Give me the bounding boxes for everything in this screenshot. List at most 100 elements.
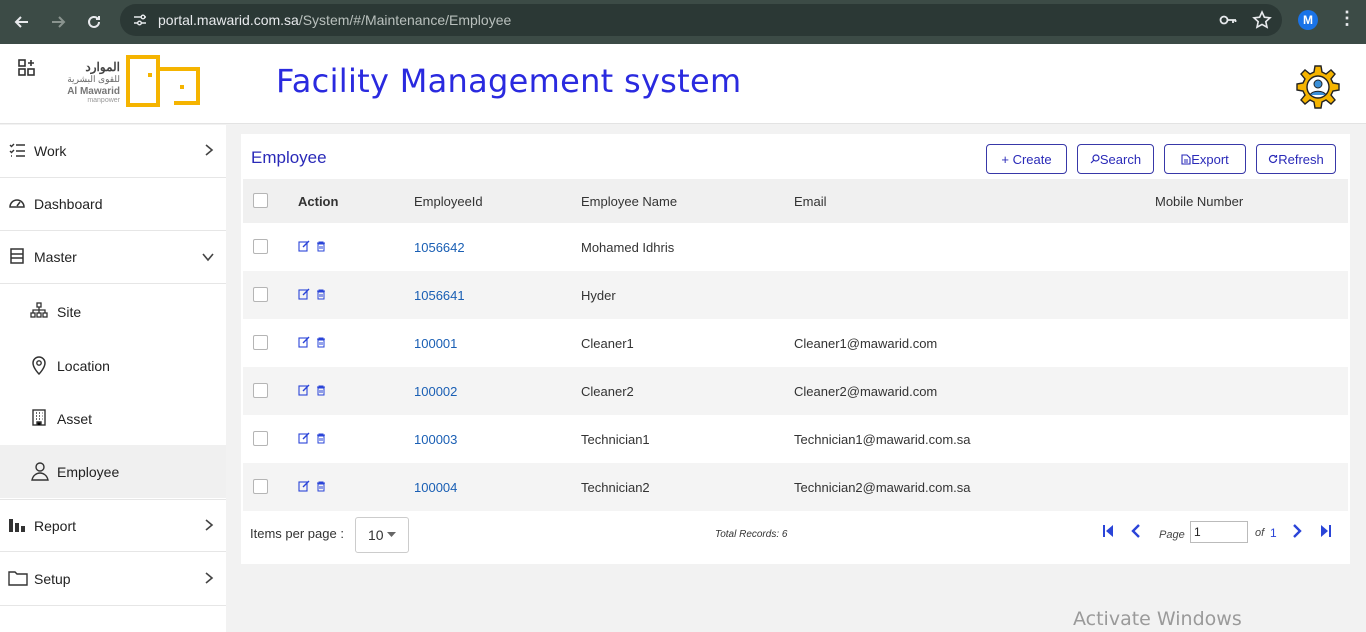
items-per-page-label: Items per page :	[250, 526, 344, 541]
logo-door-mark	[126, 55, 200, 107]
back-arrow-icon[interactable]	[10, 10, 34, 34]
sidebar-item-label: Employee	[57, 463, 120, 480]
row-checkbox[interactable]	[253, 431, 268, 446]
dashboard-gauge-icon	[8, 194, 28, 214]
column-header-employeeid[interactable]: EmployeeId	[414, 194, 483, 209]
folder-icon	[8, 569, 28, 589]
edit-icon[interactable]	[298, 480, 310, 495]
column-header-mobile-number[interactable]: Mobile Number	[1155, 194, 1243, 209]
row-checkbox[interactable]	[253, 239, 268, 254]
url-path: /System/#/Maintenance/Employee	[298, 12, 512, 28]
address-bar[interactable]: portal.mawarid.com.sa/System/#/Maintenan…	[120, 4, 1282, 36]
url-text: portal.mawarid.com.sa/System/#/Maintenan…	[158, 12, 511, 28]
employee-name-cell: Cleaner1	[581, 336, 634, 351]
sidebar-item-asset[interactable]: Asset	[0, 392, 226, 445]
row-checkbox[interactable]	[253, 287, 268, 302]
delete-trash-icon[interactable]	[316, 336, 326, 351]
refresh-button[interactable]: Refresh	[1256, 144, 1336, 174]
column-header-action: Action	[298, 194, 339, 209]
profile-avatar[interactable]: M	[1298, 10, 1318, 30]
row-checkbox[interactable]	[253, 335, 268, 350]
edit-icon[interactable]	[298, 240, 310, 255]
document-icon	[1181, 153, 1191, 165]
sidebar-item-location[interactable]: Location	[0, 339, 226, 392]
email-cell: Technician1@mawarid.com.sa	[794, 432, 971, 447]
bookmark-star-icon[interactable]	[1252, 10, 1272, 33]
edit-icon[interactable]	[298, 432, 310, 447]
table-row: 1056642 Mohamed Idhris	[243, 223, 1348, 271]
edit-icon[interactable]	[298, 384, 310, 399]
row-checkbox[interactable]	[253, 383, 268, 398]
sidebar-item-label: Work	[34, 143, 67, 159]
export-button-label: Export	[1191, 151, 1229, 167]
logo-arabic-text: الموارد	[85, 60, 120, 74]
delete-trash-icon[interactable]	[316, 432, 326, 447]
employee-name-cell: Hyder	[581, 288, 616, 303]
next-page-icon[interactable]	[1292, 524, 1302, 543]
select-all-checkbox[interactable]	[253, 193, 268, 208]
email-cell: Cleaner1@mawarid.com	[794, 336, 938, 351]
employee-name-cell: Technician2	[581, 480, 650, 495]
sidebar-item-label: Setup	[34, 571, 71, 587]
browser-menu-icon[interactable]: ⋮	[1338, 8, 1356, 29]
delete-trash-icon[interactable]	[316, 240, 326, 255]
page-label: Page	[1159, 529, 1185, 541]
sidebar-item-label: Dashboard	[34, 196, 103, 212]
previous-page-icon[interactable]	[1131, 524, 1141, 543]
url-host: portal.mawarid.com.sa	[158, 12, 299, 28]
sidebar-item-site[interactable]: Site	[0, 285, 226, 338]
sidebar-item-master[interactable]: Master	[0, 231, 226, 284]
sidebar-item-dashboard[interactable]: Dashboard	[0, 178, 226, 231]
sidebar-item-work[interactable]: Work	[0, 125, 226, 178]
sidebar-item-setup[interactable]: Setup	[0, 553, 226, 606]
reload-icon[interactable]	[82, 10, 106, 34]
sitemap-icon	[30, 301, 50, 321]
delete-trash-icon[interactable]	[316, 480, 326, 495]
sidebar-item-report[interactable]: Report	[0, 499, 226, 552]
company-logo: الموارد للقوى البشرية Al Mawarid manpowe…	[64, 55, 204, 107]
table-row: 1056641 Hyder	[243, 271, 1348, 319]
list-box-icon	[8, 247, 28, 267]
table-row: 100002 Cleaner2 Cleaner2@mawarid.com	[243, 367, 1348, 415]
export-button[interactable]: Export	[1164, 144, 1246, 174]
column-header-employee-name[interactable]: Employee Name	[581, 194, 677, 209]
refresh-button-label: Refresh	[1278, 151, 1324, 167]
paginator: Items per page : 10 Total Records: 6 Pag…	[241, 512, 1350, 560]
employee-name-cell: Mohamed Idhris	[581, 240, 675, 255]
refresh-icon	[1269, 154, 1278, 164]
delete-trash-icon[interactable]	[316, 288, 326, 303]
bar-chart-icon	[8, 516, 28, 536]
employee-id-link[interactable]: 100004	[414, 480, 457, 495]
search-button[interactable]: Search	[1077, 144, 1154, 174]
site-settings-icon[interactable]	[132, 12, 148, 31]
edit-icon[interactable]	[298, 336, 310, 351]
apps-grid-icon[interactable]	[17, 58, 37, 81]
employee-id-link[interactable]: 100001	[414, 336, 457, 351]
page-number-input[interactable]: 1	[1190, 521, 1248, 543]
table-header: Action EmployeeId Employee Name Email Mo…	[243, 179, 1348, 223]
forward-arrow-icon[interactable]	[46, 10, 70, 34]
last-page-icon[interactable]	[1320, 524, 1332, 543]
delete-trash-icon[interactable]	[316, 384, 326, 399]
first-page-icon[interactable]	[1102, 524, 1114, 543]
create-button[interactable]: + Create	[986, 144, 1067, 174]
total-records: Total Records: 6	[715, 529, 788, 540]
chevron-right-icon	[204, 143, 214, 159]
edit-icon[interactable]	[298, 288, 310, 303]
employee-id-link[interactable]: 1056641	[414, 288, 465, 303]
password-key-icon[interactable]	[1218, 10, 1238, 33]
page-of-label: of	[1255, 527, 1265, 539]
logo-english-text: Al Mawarid	[67, 86, 120, 97]
page-title: Employee	[251, 148, 327, 167]
employee-id-link[interactable]: 100003	[414, 432, 457, 447]
sidebar-item-employee[interactable]: Employee	[0, 445, 226, 498]
app-title: Facility Management system	[276, 62, 742, 100]
column-header-email[interactable]: Email	[794, 194, 827, 209]
employee-id-link[interactable]: 1056642	[414, 240, 465, 255]
employee-id-link[interactable]: 100002	[414, 384, 457, 399]
user-settings-gear-icon[interactable]	[1295, 64, 1341, 113]
items-per-page-select[interactable]: 10	[355, 517, 409, 553]
email-cell: Technician2@mawarid.com.sa	[794, 480, 971, 495]
row-checkbox[interactable]	[253, 479, 268, 494]
sidebar-item-label: Master	[34, 249, 77, 265]
